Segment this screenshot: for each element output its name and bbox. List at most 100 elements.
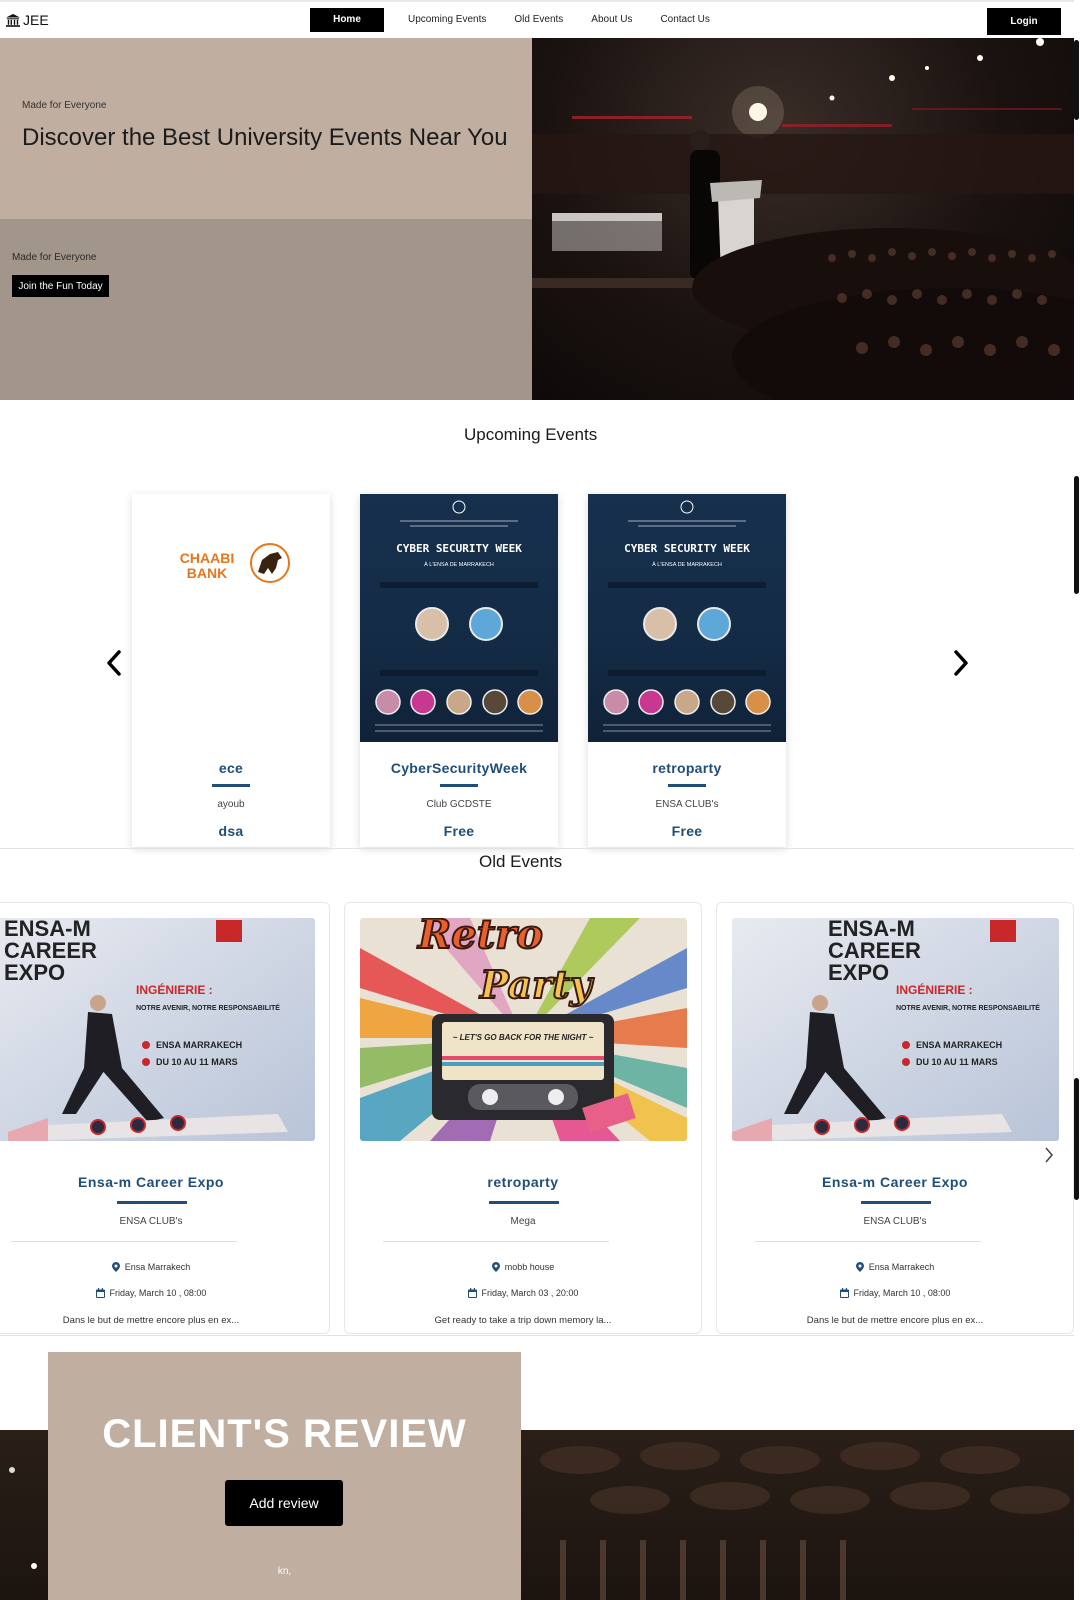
event-organizer: Mega (510, 1216, 536, 1227)
event-organizer: ENSA CLUB's (863, 1216, 927, 1227)
upcoming-next-button[interactable] (953, 650, 969, 683)
poster-tag2: NOTRE AVENIR, NOTRE RESPONSABILITÉ (896, 1003, 1040, 1012)
chaabi-bank-logo: CHAABI BANK (180, 543, 290, 583)
scroll-indicator[interactable] (1074, 1078, 1079, 1200)
event-organizer: ENSA CLUB's (655, 799, 719, 810)
location-text: Ensa Marrakech (868, 1262, 935, 1272)
hero: Made for Everyone Discover the Best Univ… (0, 38, 1074, 400)
login-button[interactable]: Login (987, 8, 1061, 35)
career-expo-poster: ENSA-M CAREER EXPO INGÉNIERIE : NOTRE AV… (0, 918, 315, 1141)
poster-line2: Party (479, 962, 595, 1007)
event-title: Ensa-m Career Expo (78, 1174, 224, 1190)
location-text: mobb house (504, 1262, 555, 1272)
scroll-indicator[interactable] (1074, 476, 1079, 594)
event-title: retroparty (487, 1174, 559, 1190)
section-divider (0, 848, 1074, 849)
event-price: dsa (218, 823, 244, 839)
bank-icon (6, 13, 20, 27)
date-text: Friday, March 10 , 08:00 (853, 1288, 951, 1298)
old-events-next-button[interactable] (1044, 1146, 1054, 1169)
calendar-icon (839, 1288, 849, 1298)
location-text: Ensa Marrakech (124, 1262, 191, 1272)
poster-tag: INGÉNIERIE : (896, 982, 973, 997)
event-title: retroparty (652, 760, 722, 776)
event-date: Friday, March 03 , 20:00 (345, 1288, 701, 1298)
old-events-title: Old Events (479, 852, 563, 871)
poster-location: ENSA MARRAKECH (916, 1040, 1002, 1050)
location-pin-icon (491, 1262, 500, 1272)
event-organizer: Club GCDSTE (426, 799, 492, 810)
poster-sub: À L'ENSA DE MARRAKECH (652, 561, 722, 568)
upcoming-event-card[interactable]: CYBER SECURITY WEEK À L'ENSA DE MARRAKEC… (588, 494, 786, 847)
nav-home[interactable]: Home (310, 8, 384, 32)
poster-line3: EXPO (828, 960, 889, 985)
chevron-right-icon (954, 650, 968, 676)
upcoming-prev-button[interactable] (106, 650, 122, 683)
join-fun-button[interactable]: Join the Fun Today (12, 275, 109, 297)
event-location: mobb house (345, 1262, 701, 1272)
old-event-card[interactable]: ENSA-M CAREER EXPO INGÉNIERIE : NOTRE AV… (0, 902, 330, 1334)
calendar-icon (467, 1288, 477, 1298)
old-event-card[interactable]: Retro Party ~ LET'S GO BACK FOR THE NIGH… (344, 902, 702, 1334)
logo-text-line1: CHAABI (180, 550, 234, 566)
hero-conference-photo (532, 38, 1074, 400)
review-panel: CLIENT'S REVIEW Add review kn, (48, 1352, 521, 1600)
poster-line1: Retro (417, 918, 543, 958)
hero-title: Discover the Best University Events Near… (22, 124, 508, 151)
review-text: kn, (277, 1566, 292, 1577)
section-divider (0, 1335, 1074, 1336)
event-image: Retro Party ~ LET'S GO BACK FOR THE NIGH… (360, 918, 687, 1141)
hero-tagline: Made for Everyone (22, 100, 107, 111)
event-image: CHAABI BANK (132, 494, 330, 742)
card-divider (755, 1241, 981, 1242)
add-review-button[interactable]: Add review (225, 1480, 343, 1526)
upcoming-event-card[interactable]: CHAABI BANK ece ayoub dsa (132, 494, 330, 847)
hero-bottom-panel: Made for Everyone Join the Fun Today (0, 219, 532, 400)
upcoming-event-card[interactable]: CYBER SECURITY WEEK À L'ENSA DE MARRAKEC… (360, 494, 558, 847)
career-expo-poster: ENSA-M CAREER EXPO INGÉNIERIE : NOTRE AV… (732, 918, 1059, 1141)
poster-date: DU 10 AU 11 MARS (916, 1057, 998, 1067)
poster-date: DU 10 AU 11 MARS (156, 1057, 238, 1067)
location-pin-icon (855, 1262, 864, 1272)
title-underline (440, 784, 478, 787)
upcoming-events-title: Upcoming Events (464, 425, 598, 444)
brand-name: JEE (23, 12, 49, 28)
event-image: ENSA-M CAREER EXPO INGÉNIERIE : NOTRE AV… (732, 918, 1059, 1141)
title-underline (861, 1201, 931, 1204)
event-location: Ensa Marrakech (717, 1262, 1073, 1272)
old-event-card[interactable]: ENSA-M CAREER EXPO INGÉNIERIE : NOTRE AV… (716, 902, 1074, 1334)
poster-heading: CYBER SECURITY WEEK (624, 542, 750, 555)
event-price: Free (443, 823, 475, 839)
poster-line3: EXPO (4, 960, 65, 985)
event-date: Friday, March 10 , 08:00 (0, 1288, 329, 1298)
nav-upcoming-events[interactable]: Upcoming Events (394, 8, 500, 32)
card-divider (383, 1241, 609, 1242)
nav-contact-us[interactable]: Contact Us (646, 8, 723, 32)
title-underline (212, 784, 250, 787)
event-organizer: ayoub (217, 799, 245, 810)
brand[interactable]: JEE (6, 12, 49, 28)
poster-heading: CYBER SECURITY WEEK (396, 542, 522, 555)
nav-about-us[interactable]: About Us (577, 8, 646, 32)
nav-old-events[interactable]: Old Events (500, 8, 577, 32)
retro-party-poster: Retro Party ~ LET'S GO BACK FOR THE NIGH… (360, 918, 687, 1141)
event-title: Ensa-m Career Expo (822, 1174, 968, 1190)
title-underline (668, 784, 706, 787)
scroll-indicator[interactable] (1074, 40, 1079, 120)
nav-links: Home Upcoming Events Old Events About Us… (310, 8, 724, 32)
conference-illustration (532, 38, 1074, 400)
location-pin-icon (111, 1262, 120, 1272)
poster-tag2: NOTRE AVENIR, NOTRE RESPONSABILITÉ (136, 1003, 280, 1012)
event-image: CYBER SECURITY WEEK À L'ENSA DE MARRAKEC… (588, 494, 786, 742)
poster-tag: ~ LET'S GO BACK FOR THE NIGHT ~ (453, 1033, 594, 1042)
logo-text-line2: BANK (187, 565, 227, 581)
review-title: CLIENT'S REVIEW (102, 1412, 467, 1456)
date-text: Friday, March 03 , 20:00 (481, 1288, 579, 1298)
chevron-right-icon (1045, 1147, 1053, 1163)
hero-tagline-secondary: Made for Everyone (12, 252, 97, 263)
event-description: Get ready to take a trip down memory la.… (434, 1315, 612, 1326)
event-image: CYBER SECURITY WEEK À L'ENSA DE MARRAKEC… (360, 494, 558, 742)
title-underline (117, 1201, 187, 1204)
title-underline (489, 1201, 559, 1204)
event-title: ece (218, 760, 244, 776)
